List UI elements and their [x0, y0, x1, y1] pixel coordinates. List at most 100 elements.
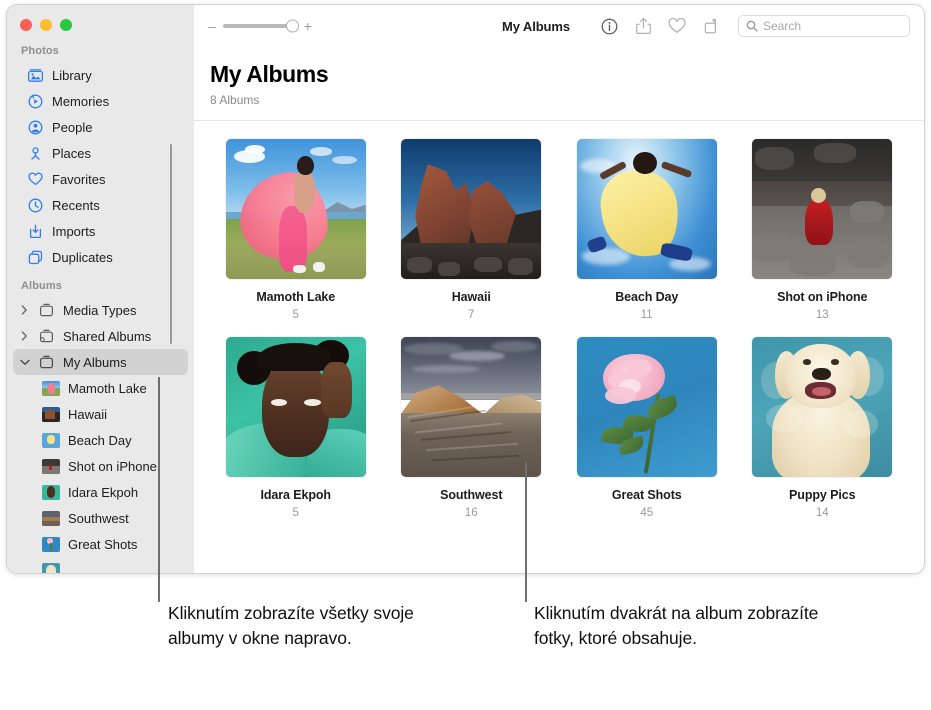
callout-leader-line-left [158, 377, 160, 602]
sidebar-item-label: Imports [52, 225, 95, 238]
album-card-puppy-pics[interactable]: Puppy Pics 14 [735, 337, 911, 519]
sidebar-item-label: Places [52, 147, 91, 160]
sidebar-item-people[interactable]: People [13, 114, 188, 140]
sidebar-album-southwest[interactable]: Southwest [13, 505, 188, 531]
search-icon [746, 20, 758, 32]
album-thumbnail[interactable] [401, 139, 541, 279]
album-name: Shot on iPhone [777, 290, 867, 304]
toolbar-right-group: My Albums [502, 5, 910, 47]
page-title: My Albums [194, 47, 924, 88]
zoom-slider[interactable]: – + [208, 19, 312, 33]
sidebar-scroll-area[interactable]: Photos Library Memories People [7, 41, 194, 573]
album-photo-count: 5 [293, 309, 299, 321]
sidebar-album-idara-ekpoh[interactable]: Idara Ekpoh [13, 479, 188, 505]
album-icon [38, 303, 55, 318]
album-photo-count: 16 [465, 507, 478, 519]
photos-window: Photos Library Memories People [6, 4, 925, 574]
album-photo-count: 45 [640, 507, 653, 519]
toolbar-title: My Albums [502, 19, 570, 34]
chevron-right-icon[interactable] [19, 331, 30, 341]
library-icon [27, 68, 44, 83]
sidebar-album-label: Beach Day [68, 433, 132, 448]
chevron-down-icon[interactable] [19, 359, 30, 366]
album-thumbnail [42, 511, 60, 526]
sidebar-album-label: Southwest [68, 511, 129, 526]
sidebar-item-label: Library [52, 69, 92, 82]
sidebar-item-favorites[interactable]: Favorites [13, 166, 188, 192]
album-card-mamoth-lake[interactable]: Mamoth Lake 5 [208, 139, 384, 321]
content-area: My Albums 8 Albums [194, 47, 924, 573]
album-photo-count: 13 [816, 309, 829, 321]
zoom-slider-track[interactable] [223, 24, 297, 28]
album-card-beach-day[interactable]: Beach Day 11 [559, 139, 735, 321]
sidebar-item-recents[interactable]: Recents [13, 192, 188, 218]
sidebar-item-label: My Albums [63, 356, 127, 369]
zoom-out-label[interactable]: – [208, 19, 216, 33]
album-count-subtitle: 8 Albums [194, 88, 924, 107]
album-icon [38, 355, 55, 370]
album-photo-count: 11 [641, 309, 653, 321]
zoom-in-label[interactable]: + [304, 19, 312, 33]
album-thumbnail [42, 407, 60, 422]
sidebar-item-label: Favorites [52, 173, 105, 186]
sidebar-album-label: Great Shots [68, 537, 137, 552]
chevron-right-icon[interactable] [19, 305, 30, 315]
sidebar-album-great-shots[interactable]: Great Shots [13, 531, 188, 557]
album-name: Mamoth Lake [256, 290, 335, 304]
sidebar-item-library[interactable]: Library [13, 62, 188, 88]
album-thumbnail[interactable] [752, 139, 892, 279]
sidebar-album-mamoth-lake[interactable]: Mamoth Lake [13, 375, 188, 401]
sidebar-album-hawaii[interactable]: Hawaii [13, 401, 188, 427]
album-name: Beach Day [615, 290, 678, 304]
album-card-southwest[interactable]: Southwest 16 [384, 337, 560, 519]
toolbar: – + My Albums [194, 5, 924, 47]
album-card-idara-ekpoh[interactable]: Idara Ekpoh 5 [208, 337, 384, 519]
album-card-great-shots[interactable]: Great Shots 45 [559, 337, 735, 519]
album-thumbnail[interactable] [577, 139, 717, 279]
sidebar-item-media-types[interactable]: Media Types [13, 297, 188, 323]
zoom-slider-knob[interactable] [286, 20, 299, 33]
album-thumbnail [42, 537, 60, 552]
share-icon[interactable] [626, 13, 660, 39]
sidebar-item-shared-albums[interactable]: Shared Albums [13, 323, 188, 349]
main-area: – + My Albums [194, 5, 924, 573]
sidebar-album-label: Idara Ekpoh [68, 485, 138, 500]
sidebar-item-imports[interactable]: Imports [13, 218, 188, 244]
heart-icon[interactable] [660, 13, 694, 39]
sidebar-album-beach-day[interactable]: Beach Day [13, 427, 188, 453]
shared-album-icon [38, 329, 55, 344]
album-thumbnail [42, 381, 60, 396]
search-field[interactable] [738, 15, 910, 37]
album-name: Idara Ekpoh [261, 488, 331, 502]
zoom-button[interactable] [60, 19, 72, 31]
album-photo-count: 14 [816, 507, 829, 519]
sidebar-item-duplicates[interactable]: Duplicates [13, 244, 188, 270]
album-card-shot-on-iphone[interactable]: Shot on iPhone 13 [735, 139, 911, 321]
album-photo-count: 5 [293, 507, 299, 519]
info-icon[interactable] [592, 13, 626, 39]
sidebar-item-label: Memories [52, 95, 109, 108]
album-name: Great Shots [612, 488, 682, 502]
sidebar-item-my-albums[interactable]: My Albums [13, 349, 188, 375]
album-thumbnail[interactable] [577, 337, 717, 477]
album-name: Puppy Pics [789, 488, 855, 502]
album-card-hawaii[interactable]: Hawaii 7 [384, 139, 560, 321]
album-thumbnail[interactable] [226, 139, 366, 279]
album-thumbnail[interactable] [401, 337, 541, 477]
sidebar-item-memories[interactable]: Memories [13, 88, 188, 114]
search-input[interactable] [763, 19, 902, 33]
album-thumbnail[interactable] [752, 337, 892, 477]
sidebar-album-partial[interactable] [13, 557, 188, 573]
close-button[interactable] [20, 19, 32, 31]
album-thumbnail [42, 563, 60, 574]
rotate-icon[interactable] [694, 13, 728, 39]
sidebar-item-label: People [52, 121, 92, 134]
minimize-button[interactable] [40, 19, 52, 31]
album-thumbnail[interactable] [226, 337, 366, 477]
sidebar-album-label: Shot on iPhone [68, 459, 157, 474]
sidebar-item-places[interactable]: Places [13, 140, 188, 166]
sidebar-album-label: Mamoth Lake [68, 381, 147, 396]
callout-text-left: Kliknutím zobrazíte všetky svoje albumy … [168, 601, 458, 652]
sidebar-album-shot-on-iphone[interactable]: Shot on iPhone [13, 453, 188, 479]
album-group-line [170, 144, 172, 344]
